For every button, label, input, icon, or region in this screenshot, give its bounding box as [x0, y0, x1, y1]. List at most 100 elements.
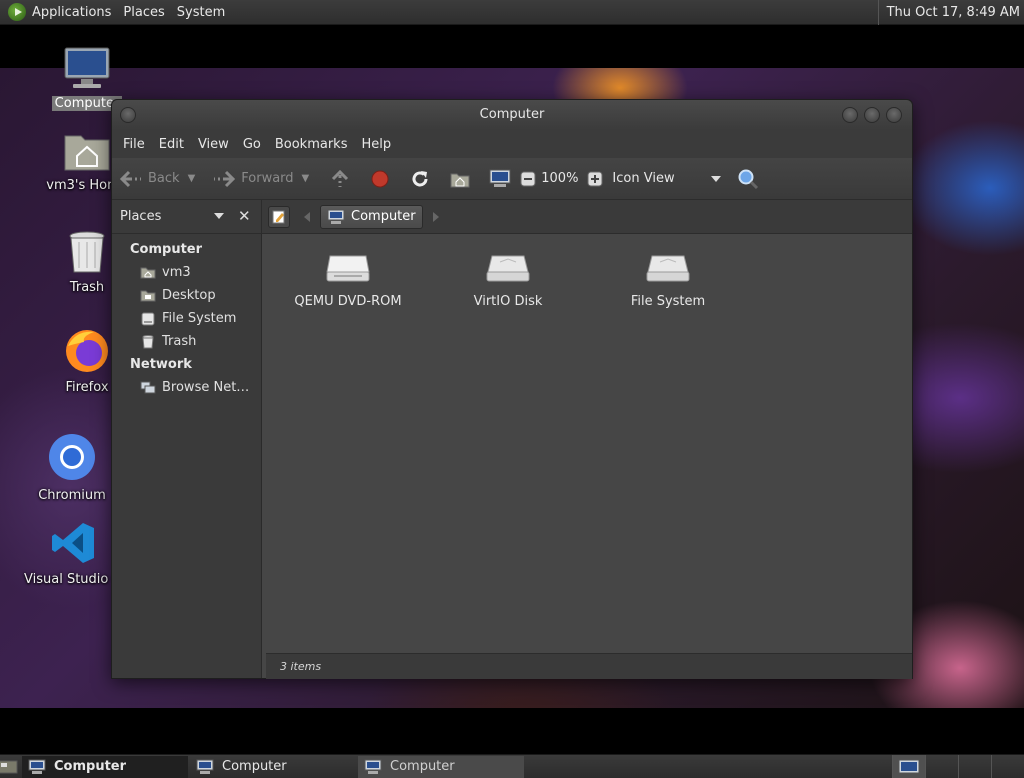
taskbar-item-label: Computer [222, 759, 287, 774]
forward-label: Forward [241, 171, 294, 186]
applications-menu[interactable]: Applications [0, 0, 117, 25]
location-bar: Places ✕ Computer [112, 199, 912, 234]
desktop-icon-vscode[interactable]: Visual Studio Code [24, 520, 146, 587]
file-view[interactable]: QEMU DVD-ROM VirtIO Disk File System [262, 234, 912, 678]
view-mode-select[interactable]: Icon View [612, 171, 721, 186]
window-titlebar[interactable]: Computer [112, 100, 912, 130]
places-sidebar: Computer vm3 Desktop File System Trash N… [112, 234, 262, 678]
sidebar-item-label: File System [162, 311, 237, 326]
breadcrumb: Computer [262, 204, 439, 229]
sidebar-item-label: vm3 [162, 265, 191, 280]
computer-icon [28, 759, 46, 774]
home-icon[interactable] [449, 168, 471, 190]
show-desktop-icon [0, 760, 18, 773]
file-item-file-system[interactable]: File System [588, 250, 748, 309]
up-arrow-icon[interactable] [329, 168, 351, 190]
system-menu[interactable]: System [171, 0, 231, 25]
desktop-icon-chromium[interactable]: Chromium [22, 432, 122, 503]
sidebar-heading-computer: Computer [130, 242, 203, 257]
top-panel: Applications Places System Thu Oct 17, 8… [0, 0, 1024, 25]
hard-disk-icon [646, 255, 690, 282]
close-button[interactable] [886, 107, 902, 123]
window-menu-button[interactable] [120, 107, 136, 123]
firefox-icon [66, 330, 108, 372]
file-item-virtio-disk[interactable]: VirtIO Disk [428, 250, 588, 309]
applications-menu-label: Applications [32, 4, 112, 20]
clock[interactable]: Thu Oct 17, 8:49 AM [877, 0, 1020, 25]
taskbar-item-computer-1[interactable]: Computer [22, 755, 188, 778]
taskbar-item-label: Computer [390, 759, 455, 774]
back-arrow-icon [120, 168, 142, 190]
sidebar-item-desktop[interactable]: Desktop [112, 284, 261, 307]
window-title: Computer [479, 107, 545, 122]
breadcrumb-computer[interactable]: Computer [320, 204, 423, 229]
reload-icon[interactable] [409, 168, 431, 190]
toolbar: Back ▼ Forward ▼ 100% Icon View [112, 158, 912, 200]
network-icon [140, 381, 156, 395]
back-button[interactable]: Back ▼ [120, 168, 195, 190]
workspace-3[interactable] [958, 755, 991, 778]
desktop-icon-label: Visual Studio Code [24, 572, 146, 587]
sidebar-item-label: Trash [162, 334, 197, 349]
status-bar: 3 items [266, 653, 912, 679]
computer-icon [196, 759, 214, 774]
file-item-qemu-dvd-rom[interactable]: QEMU DVD-ROM [268, 250, 428, 309]
sidebar-item-label: Desktop [162, 288, 216, 303]
stop-icon[interactable] [369, 168, 391, 190]
computer-icon [364, 759, 382, 774]
maximize-button[interactable] [864, 107, 880, 123]
taskbar-item-computer-3[interactable]: Computer [358, 755, 524, 778]
computer-icon [64, 47, 110, 88]
file-name: File System [630, 294, 706, 309]
breadcrumb-label: Computer [351, 209, 416, 224]
trash-icon [69, 231, 105, 273]
side-pane-title: Places [120, 209, 162, 224]
workspace-1[interactable] [892, 755, 925, 778]
sidebar-heading-network: Network [130, 357, 192, 372]
back-label: Back [148, 171, 180, 186]
close-side-pane-icon[interactable]: ✕ [238, 207, 251, 225]
side-pane-selector[interactable]: Places ✕ [112, 199, 262, 234]
window-body: Computer vm3 Desktop File System Trash N… [112, 234, 912, 678]
trash-icon [140, 334, 156, 349]
menu-go[interactable]: Go [236, 137, 268, 152]
sidebar-item-label: Browse Net… [162, 380, 250, 395]
menu-bookmarks[interactable]: Bookmarks [268, 137, 355, 152]
forward-history-dropdown-icon[interactable]: ▼ [302, 173, 310, 184]
zoom-level[interactable]: 100% [541, 171, 578, 186]
back-history-dropdown-icon[interactable]: ▼ [188, 173, 196, 184]
menu-help[interactable]: Help [354, 137, 398, 152]
view-mode-dropdown-icon [710, 175, 721, 182]
workspace-4[interactable] [991, 755, 1024, 778]
desktop-folder-icon [140, 289, 156, 303]
zoom-out-icon[interactable] [517, 168, 539, 190]
toggle-location-entry-button[interactable] [268, 205, 290, 228]
taskbar-item-label: Computer [54, 759, 127, 774]
workspace-2[interactable] [925, 755, 958, 778]
show-desktop-button[interactable] [0, 756, 22, 778]
zoom-in-icon[interactable] [584, 168, 606, 190]
computer-icon[interactable] [489, 168, 511, 190]
places-menu[interactable]: Places [117, 0, 170, 25]
file-name: QEMU DVD-ROM [294, 294, 402, 309]
sidebar-item-file-system[interactable]: File System [112, 307, 261, 330]
minimize-button[interactable] [842, 107, 858, 123]
sidebar-item-vm3[interactable]: vm3 [112, 261, 261, 284]
menu-view[interactable]: View [191, 137, 236, 152]
breadcrumb-scroll-left-icon[interactable] [304, 211, 310, 222]
hard-disk-icon [140, 312, 156, 326]
menubar: File Edit View Go Bookmarks Help [112, 130, 912, 158]
desktop-icon-label: Chromium [38, 488, 106, 503]
taskbar-item-computer-2[interactable]: Computer [190, 756, 356, 778]
sidebar-item-browse-network[interactable]: Browse Net… [112, 376, 261, 399]
sidebar-item-trash[interactable]: Trash [112, 330, 261, 353]
menu-edit[interactable]: Edit [152, 137, 191, 152]
search-icon[interactable] [737, 168, 759, 190]
menu-file[interactable]: File [116, 137, 152, 152]
breadcrumb-scroll-right-icon[interactable] [432, 211, 439, 222]
home-folder-icon [140, 266, 156, 280]
file-manager-window: Computer File Edit View Go Bookmarks Hel… [111, 99, 913, 679]
vscode-icon [52, 523, 94, 563]
side-pane-dropdown-icon [214, 212, 224, 219]
forward-button[interactable]: Forward ▼ [213, 168, 309, 190]
